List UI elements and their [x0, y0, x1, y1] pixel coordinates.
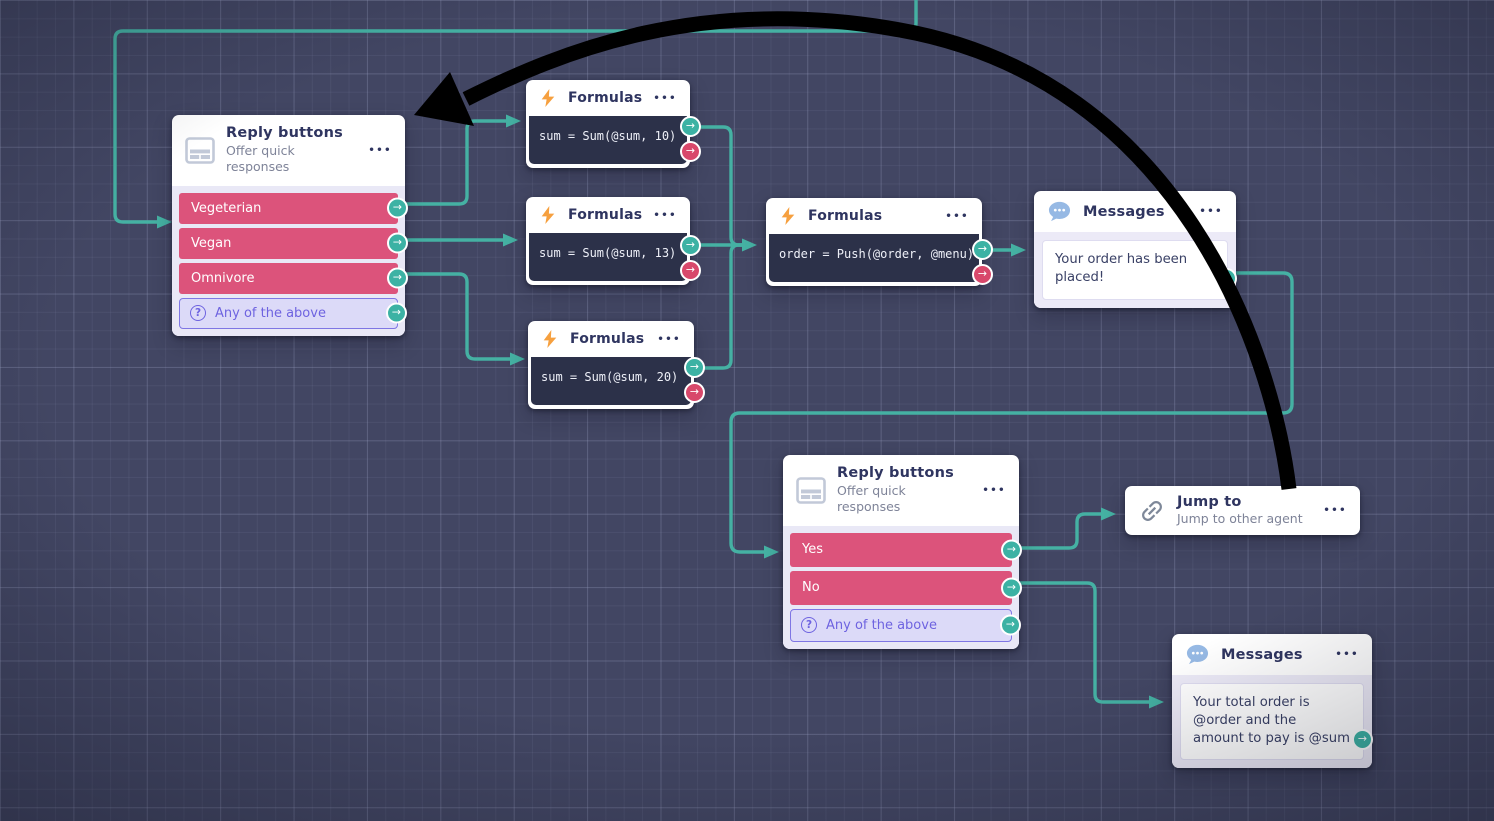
output-port[interactable]: →	[1001, 577, 1022, 598]
more-options-button[interactable]: •••	[368, 145, 392, 156]
question-icon: ?	[190, 305, 206, 321]
node-title: Formulas	[570, 331, 645, 347]
lightning-icon	[541, 329, 559, 349]
node-title: Formulas	[568, 90, 643, 106]
node-subtitle: Offer quick responses	[837, 483, 906, 515]
connector-yes-jump	[1011, 512, 1104, 550]
connector-no-messages2	[1011, 581, 1152, 704]
reply-option-vegan[interactable]: Vegan →	[179, 227, 408, 259]
option-label: Any of the above	[215, 305, 326, 321]
output-port[interactable]: →	[1352, 729, 1373, 750]
message-bubble-icon	[1047, 200, 1072, 223]
formula-expression: sum = Sum(@sum, 10)	[529, 116, 687, 164]
connector-formulas3-formulas4	[692, 243, 744, 370]
formulas-node-sum10[interactable]: Formulas ••• sum = Sum(@sum, 10) → →	[526, 80, 701, 168]
node-title: Formulas	[808, 208, 883, 224]
jump-to-node[interactable]: Jump to Jump to other agent •••	[1125, 486, 1360, 536]
message-card[interactable]: Your order has been placed! →	[1042, 240, 1237, 300]
messages-node-order-placed[interactable]: Messages ••• Your order has been placed!…	[1034, 191, 1237, 308]
lightning-icon	[539, 205, 557, 225]
node-title: Reply buttons	[837, 465, 954, 481]
reply-options-list: Vegeterian → Vegan → Omnivore → ? Any of…	[172, 185, 408, 336]
more-options-button[interactable]: •••	[982, 485, 1006, 496]
formulas-node-sum13[interactable]: Formulas ••• sum = Sum(@sum, 13) → →	[526, 197, 701, 285]
formulas-node-push-order[interactable]: Formulas ••• order = Push(@order, @menu)…	[766, 198, 993, 286]
error-output-port[interactable]: →	[680, 141, 701, 162]
node-title: Messages	[1083, 203, 1165, 220]
node-subtitle: Offer quick responses	[226, 143, 295, 175]
success-output-port[interactable]: →	[680, 235, 701, 256]
option-label: Yes	[802, 542, 823, 557]
more-options-button[interactable]: •••	[1199, 206, 1223, 217]
more-options-button[interactable]: •••	[1323, 505, 1347, 516]
success-output-port[interactable]: →	[680, 116, 701, 137]
formula-expression: sum = Sum(@sum, 20)	[531, 357, 691, 405]
option-label: Vegan	[191, 235, 232, 251]
formula-expression: sum = Sum(@sum, 13)	[529, 233, 687, 281]
formulas-node-sum20[interactable]: Formulas ••• sum = Sum(@sum, 20) → →	[528, 321, 705, 409]
messages-node-total-order[interactable]: Messages ••• Your total order is @order …	[1172, 634, 1373, 768]
option-label: Omnivore	[191, 270, 255, 286]
option-label: No	[802, 580, 820, 595]
option-label: Vegeterian	[191, 200, 262, 216]
error-output-port[interactable]: →	[684, 382, 705, 403]
reply-option-no[interactable]: No →	[790, 570, 1022, 605]
lightning-icon	[779, 206, 797, 226]
reply-buttons-node-confirm[interactable]: Reply buttons Offer quick responses ••• …	[783, 455, 1022, 649]
more-options-button[interactable]: •••	[653, 93, 677, 104]
node-title: Reply buttons	[226, 125, 343, 141]
message-bubble-icon	[1185, 643, 1210, 666]
success-output-port[interactable]: →	[972, 239, 993, 260]
option-label: Any of the above	[826, 617, 937, 633]
message-text: Your order has been placed!	[1055, 252, 1188, 285]
output-port[interactable]: →	[1000, 614, 1021, 636]
more-options-button[interactable]: •••	[945, 211, 969, 222]
reply-buttons-icon	[796, 476, 826, 504]
node-title: Formulas	[568, 207, 643, 223]
more-options-button[interactable]: •••	[657, 334, 681, 345]
output-port[interactable]: →	[386, 302, 407, 324]
connector-vegeterian-formulas1	[396, 119, 509, 206]
node-header: Reply buttons Offer quick responses •••	[783, 455, 1019, 526]
success-output-port[interactable]: →	[684, 357, 705, 378]
reply-buttons-icon	[185, 136, 215, 164]
error-output-port[interactable]: →	[680, 260, 701, 281]
output-port[interactable]: →	[387, 197, 408, 219]
formula-expression: order = Push(@order, @menu)	[769, 234, 979, 282]
more-options-button[interactable]: •••	[653, 210, 677, 221]
error-output-port[interactable]: →	[972, 264, 993, 285]
reply-option-any-of-the-above[interactable]: ? Any of the above →	[790, 608, 1021, 642]
reply-buttons-node-menu[interactable]: Reply buttons Offer quick responses ••• …	[172, 115, 408, 336]
message-card[interactable]: Your total order is @order and the amoun…	[1180, 683, 1373, 760]
lightning-icon	[539, 88, 557, 108]
reply-option-any-of-the-above[interactable]: ? Any of the above →	[179, 297, 407, 329]
flow-canvas[interactable]: Reply buttons Offer quick responses ••• …	[0, 0, 1494, 821]
reply-option-vegeterian[interactable]: Vegeterian →	[179, 192, 408, 224]
link-chain-icon	[1138, 497, 1166, 525]
question-icon: ?	[801, 617, 817, 633]
reply-option-omnivore[interactable]: Omnivore →	[179, 262, 408, 294]
output-port[interactable]: →	[1216, 268, 1237, 289]
node-title: Jump to	[1177, 494, 1242, 510]
output-port[interactable]: →	[1001, 539, 1022, 560]
output-port[interactable]: →	[387, 267, 408, 289]
connector-omnivore-formulas3	[396, 272, 512, 361]
output-port[interactable]: →	[387, 232, 408, 254]
message-text: Your total order is @order and the amoun…	[1193, 695, 1350, 746]
more-options-button[interactable]: •••	[1335, 649, 1359, 660]
reply-option-yes[interactable]: Yes →	[790, 532, 1022, 567]
node-title: Messages	[1221, 646, 1303, 663]
reply-options-list: Yes → No → ? Any of the above →	[783, 525, 1022, 649]
node-subtitle: Jump to other agent	[1177, 511, 1303, 526]
node-header: Reply buttons Offer quick responses •••	[172, 115, 405, 186]
